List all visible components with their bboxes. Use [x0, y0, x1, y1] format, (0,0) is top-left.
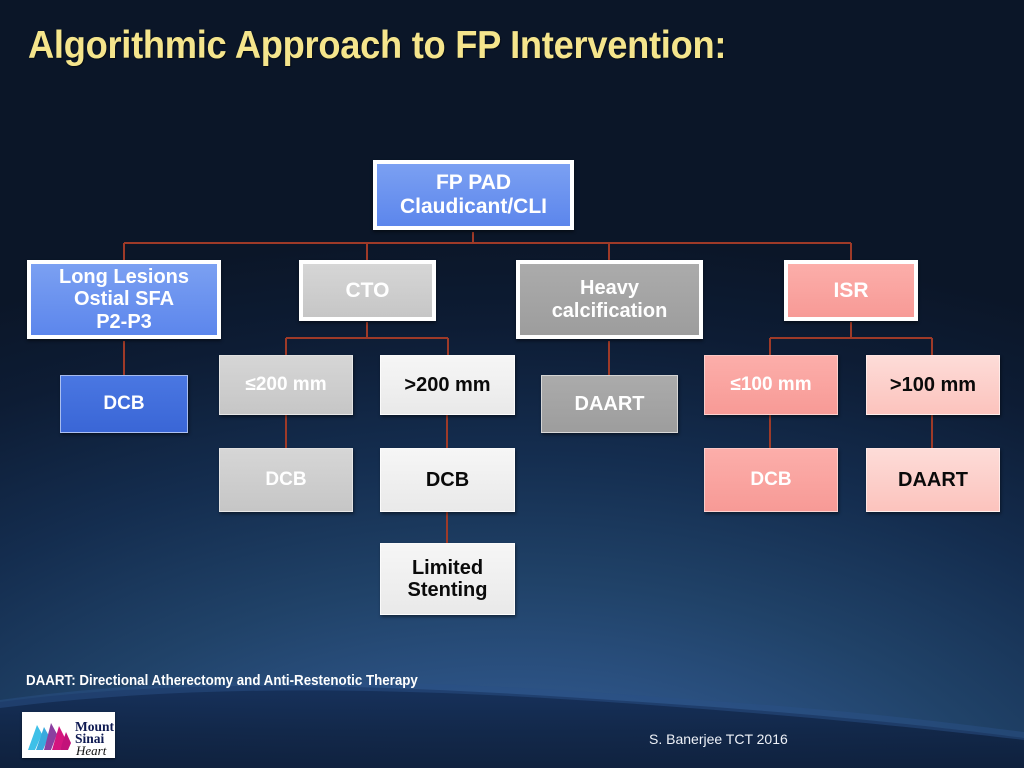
node-isr-gt-100mm-daart[interactable]: DAART	[866, 448, 1000, 512]
node-heavy-calcification[interactable]: Heavy calcification	[516, 260, 703, 339]
node-isr-gt-100mm[interactable]: >100 mm	[866, 355, 1000, 415]
node-cto-gt-200mm-dcb[interactable]: DCB	[380, 448, 515, 512]
node-isr-le-100mm-dcb[interactable]: DCB	[704, 448, 838, 512]
node-long-lesions[interactable]: Long Lesions Ostial SFA P2-P3	[27, 260, 221, 339]
logo-text-heart: Heart	[75, 743, 107, 758]
mount-sinai-heart-logo: Mount Sinai Heart	[22, 712, 115, 758]
mount-sinai-chevron-mark	[28, 723, 71, 750]
node-isr[interactable]: ISR	[784, 260, 918, 321]
node-heavy-calcification-daart[interactable]: DAART	[541, 375, 678, 433]
node-cto[interactable]: CTO	[299, 260, 436, 321]
slide-canvas: Algorithmic Approach to FP Intervention:	[0, 0, 1024, 768]
presenter-credit: S. Banerjee TCT 2016	[649, 731, 788, 747]
mount-sinai-logo-icon: Mount Sinai Heart	[28, 719, 115, 758]
node-isr-le-100mm[interactable]: ≤100 mm	[704, 355, 838, 415]
footnote-daart-definition: DAART: Directional Atherectomy and Anti-…	[26, 673, 418, 689]
page-title: Algorithmic Approach to FP Intervention:	[28, 24, 727, 67]
node-cto-le-200mm-dcb[interactable]: DCB	[219, 448, 353, 512]
node-long-lesions-dcb[interactable]: DCB	[60, 375, 188, 433]
node-limited-stenting[interactable]: Limited Stenting	[380, 543, 515, 615]
node-fp-pad-root[interactable]: FP PAD Claudicant/CLI	[373, 160, 574, 230]
node-cto-gt-200mm[interactable]: >200 mm	[380, 355, 515, 415]
node-cto-le-200mm[interactable]: ≤200 mm	[219, 355, 353, 415]
